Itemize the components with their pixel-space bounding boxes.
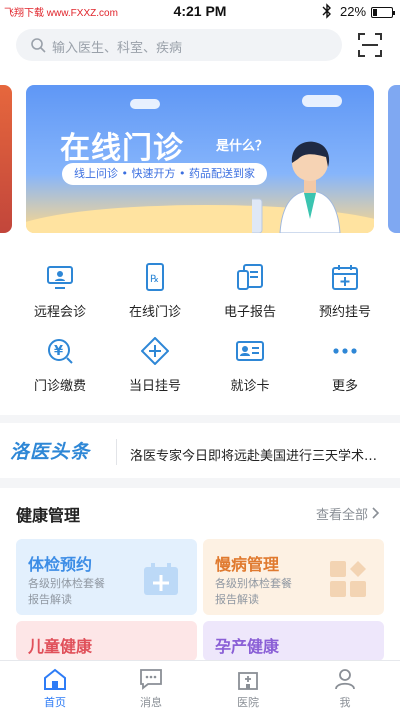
news-logo-text: 洛医头条 xyxy=(10,441,91,463)
card-physical-exam[interactable]: 体检预约 各级别体检套餐 报告解读 xyxy=(16,539,197,615)
section-divider xyxy=(0,415,400,423)
status-bar: 飞翔下载 www.FXXZ.com 4:21 PM 22% xyxy=(0,0,400,24)
chevron-right-icon xyxy=(372,507,380,523)
battery-percent: 22% xyxy=(340,4,367,19)
more-icon xyxy=(331,337,359,365)
card-subtitle: 报告解读 xyxy=(215,593,259,606)
service-payment[interactable]: ¥ 门诊缴费 xyxy=(10,337,110,401)
cloud-decoration xyxy=(130,99,160,109)
tab-label: 首页 xyxy=(44,696,66,709)
search-input[interactable]: 输入医生、科室、疾病 xyxy=(16,29,342,61)
news-headline[interactable]: 洛医专家今日即将远赴美国进行三天学术交... xyxy=(130,445,385,464)
bluetooth-icon xyxy=(322,3,332,22)
banner-tagline: 线上问诊 • 快速开方 • 药品配送到家 xyxy=(62,163,267,185)
hospital-icon xyxy=(236,667,260,691)
health-view-all-link[interactable]: 查看全部 xyxy=(316,504,380,523)
news-divider xyxy=(116,439,117,465)
tab-profile[interactable]: 我 xyxy=(295,661,395,711)
service-remote-consult[interactable]: 远程会诊 xyxy=(10,263,110,327)
banner-prev-card[interactable] xyxy=(0,85,12,233)
card-title: 孕产健康 xyxy=(215,637,280,656)
blocks-icon xyxy=(328,559,368,599)
banner-online-clinic[interactable]: 在线门诊 是什么？ 线上问诊 • 快速开方 • 药品配送到家 xyxy=(26,85,374,233)
remote-consult-icon xyxy=(46,263,74,291)
news-logo: 洛医头条 xyxy=(10,437,105,465)
card-title: 体检预约 xyxy=(28,555,93,574)
cloud-decoration xyxy=(302,95,342,107)
service-label: 当日挂号 xyxy=(128,379,181,394)
svg-text:℞: ℞ xyxy=(150,274,159,285)
home-icon xyxy=(43,667,67,691)
medical-card-icon xyxy=(236,337,264,365)
message-icon xyxy=(139,667,163,691)
service-appointment[interactable]: 预约挂号 xyxy=(295,263,395,327)
banner-next-card[interactable] xyxy=(388,85,400,233)
tab-label: 医院 xyxy=(237,696,259,709)
service-label: 更多 xyxy=(331,379,358,394)
payment-icon: ¥ xyxy=(46,337,74,365)
bottom-tab-bar: 首页 消息 医院 我 xyxy=(0,660,400,711)
search-placeholder: 输入医生、科室、疾病 xyxy=(52,41,183,56)
tab-messages[interactable]: 消息 xyxy=(101,661,201,711)
service-more[interactable]: 更多 xyxy=(295,337,395,401)
card-subtitle: 报告解读 xyxy=(28,593,72,606)
card-title: 儿童健康 xyxy=(28,637,93,656)
appointment-icon xyxy=(331,263,359,291)
card-subtitle: 各级别体检套餐 xyxy=(215,577,292,590)
card-child-health[interactable]: 儿童健康 xyxy=(16,621,197,661)
service-same-day-register[interactable]: 当日挂号 xyxy=(105,336,205,401)
battery-icon xyxy=(371,7,395,18)
tab-home[interactable]: 首页 xyxy=(5,661,105,711)
card-maternity-health[interactable]: 孕产健康 xyxy=(203,621,384,661)
online-clinic-icon: ℞ xyxy=(141,263,169,291)
tab-hospital[interactable]: 医院 xyxy=(198,661,298,711)
same-day-register-icon xyxy=(140,336,170,366)
view-all-label: 查看全部 xyxy=(316,508,369,523)
profile-icon xyxy=(333,667,357,691)
tab-label: 消息 xyxy=(140,696,162,709)
search-icon xyxy=(30,37,46,53)
service-label: 在线门诊 xyxy=(128,305,181,320)
service-label: 远程会诊 xyxy=(33,305,86,320)
card-chronic-disease[interactable]: 慢病管理 各级别体检套餐 报告解读 xyxy=(203,539,384,615)
service-label: 电子报告 xyxy=(223,305,276,320)
e-report-icon xyxy=(236,263,264,291)
scan-icon[interactable] xyxy=(356,31,384,59)
card-subtitle: 各级别体检套餐 xyxy=(28,577,105,590)
service-label: 预约挂号 xyxy=(318,305,371,320)
tab-label: 我 xyxy=(339,696,351,709)
service-e-report[interactable]: 电子报告 xyxy=(200,263,300,327)
card-title: 慢病管理 xyxy=(215,555,280,574)
service-medical-card[interactable]: 就诊卡 xyxy=(200,337,300,401)
health-title: 健康管理 xyxy=(16,506,81,525)
section-divider xyxy=(0,478,400,488)
service-label: 门诊缴费 xyxy=(33,379,86,394)
service-online-clinic[interactable]: ℞ 在线门诊 xyxy=(105,263,205,327)
service-label: 就诊卡 xyxy=(230,379,270,394)
svg-text:¥: ¥ xyxy=(54,344,63,359)
banner-title: 在线门诊 xyxy=(60,131,184,166)
calendar-add-icon xyxy=(141,559,181,599)
doctor-illustration xyxy=(252,141,341,233)
